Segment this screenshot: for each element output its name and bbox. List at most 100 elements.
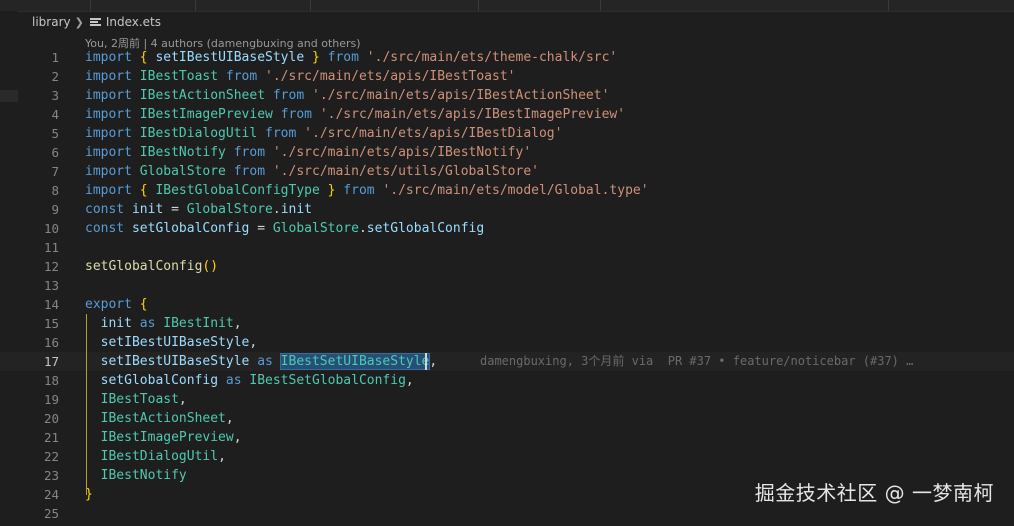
code-token: setIBestUIBaseStyle <box>85 335 250 350</box>
code-token: , <box>405 373 414 388</box>
code-token: setGlobalConfig <box>85 373 226 388</box>
code-line[interactable]: 18 setGlobalConfig as IBestSetGlobalConf… <box>0 371 1014 390</box>
line-number: 25 <box>43 506 59 521</box>
indent-guide <box>86 314 87 495</box>
chevron-right-icon: ❯ <box>74 15 84 29</box>
code-text[interactable]: setGlobalConfig as IBestSetGlobalConfig, <box>85 371 414 390</box>
code-token: () <box>202 259 219 274</box>
code-token: IBestImagePreview <box>131 107 281 122</box>
code-token: import <box>85 183 132 198</box>
code-line[interactable]: 7 import GlobalStore from './src/main/ets… <box>0 162 1014 181</box>
breadcrumb-folder[interactable]: library <box>32 15 71 29</box>
code-line[interactable]: 22 IBestDialogUtil, <box>0 447 1014 466</box>
code-token: IBestActionSheet <box>85 411 226 426</box>
code-line[interactable]: 5 import IBestDialogUtil from './src/main… <box>0 124 1014 143</box>
tab-separator <box>310 0 311 11</box>
code-text[interactable]: import IBestImagePreview from './src/mai… <box>85 105 625 124</box>
line-number: 2 <box>51 69 59 84</box>
code-token: IBestToast <box>85 392 179 407</box>
editor-tab-strip[interactable] <box>0 0 1014 12</box>
file-lines-icon <box>89 17 101 27</box>
code-line[interactable]: 12 setGlobalConfig() <box>0 257 1014 276</box>
code-line[interactable]: 25 <box>0 504 1014 523</box>
line-number: 24 <box>43 487 59 502</box>
code-token: './src/main/ets/apis/IBestToast' <box>265 69 516 84</box>
code-token: IBestImagePreview <box>85 430 234 445</box>
code-line[interactable]: 11 <box>0 238 1014 257</box>
code-token: from <box>233 145 266 160</box>
code-line[interactable]: 3 import IBestActionSheet from './src/mai… <box>0 86 1014 105</box>
line-number: 23 <box>43 468 59 483</box>
code-line[interactable]: 4 import IBestImagePreview from './src/ma… <box>0 105 1014 124</box>
code-text[interactable]: setGlobalConfig() <box>85 257 218 276</box>
code-token: './src/main/ets/utils/GlobalStore' <box>272 164 539 179</box>
text-cursor <box>425 353 427 370</box>
code-text[interactable]: import { setIBestUIBaseStyle } from './s… <box>85 48 617 67</box>
tab-separator <box>478 0 479 11</box>
code-text[interactable]: import { IBestGlobalConfigType } from '.… <box>85 181 649 200</box>
code-line[interactable]: 19 IBestToast, <box>0 390 1014 409</box>
code-text[interactable]: setIBestUIBaseStyle as IBestSetUIBaseSty… <box>85 352 437 371</box>
line-number: 13 <box>43 278 59 293</box>
code-line[interactable]: 15 init as IBestInit, <box>0 314 1014 333</box>
code-token: const <box>85 202 125 217</box>
code-line[interactable]: 20 IBestActionSheet, <box>0 409 1014 428</box>
inline-blame-annotation[interactable]: damengbuxing, 3个月前 via PR #37 • feature/… <box>480 352 913 371</box>
code-token: import <box>85 69 132 84</box>
code-line[interactable]: 10 const setGlobalConfig = GlobalStore.se… <box>0 219 1014 238</box>
code-text[interactable]: const setGlobalConfig = GlobalStore.setG… <box>85 219 484 238</box>
code-text[interactable]: export { <box>85 295 148 314</box>
code-token: './src/main/ets/apis/IBestActionSheet' <box>312 88 610 103</box>
code-token: . <box>358 221 367 236</box>
code-token: from <box>327 50 359 65</box>
code-token: IBestDialogUtil <box>131 126 266 141</box>
code-text[interactable]: IBestToast, <box>85 390 187 409</box>
code-text[interactable]: import IBestNotify from './src/main/ets/… <box>85 143 531 162</box>
code-line[interactable]: 13 <box>0 276 1014 295</box>
line-number: 16 <box>43 335 59 350</box>
code-line[interactable]: 16 setIBestUIBaseStyle, <box>0 333 1014 352</box>
code-line[interactable]: 14 export { <box>0 295 1014 314</box>
code-line[interactable]: 2 import IBestToast from './src/main/ets/… <box>0 67 1014 86</box>
code-text[interactable]: IBestDialogUtil, <box>85 447 226 466</box>
code-token: from <box>280 107 312 122</box>
code-token: IBestInit <box>155 316 234 331</box>
code-line[interactable]: 21 IBestImagePreview, <box>0 428 1014 447</box>
code-text[interactable]: init as IBestInit, <box>85 314 242 333</box>
tab-separator <box>600 0 601 11</box>
code-line[interactable]: 17 setIBestUIBaseStyle as IBestSetUIBase… <box>0 352 1014 371</box>
code-token: './src/main/ets/apis/IBestDialog' <box>304 126 563 141</box>
line-number: 9 <box>51 202 59 217</box>
code-editor[interactable]: 1 import { setIBestUIBaseStyle } from './… <box>0 48 1014 523</box>
code-text[interactable]: import IBestToast from './src/main/ets/a… <box>85 67 515 86</box>
code-token: const <box>85 221 125 236</box>
code-text[interactable]: IBestImagePreview, <box>85 428 242 447</box>
code-text[interactable]: setIBestUIBaseStyle, <box>85 333 258 352</box>
code-token: , <box>249 335 258 350</box>
code-text[interactable]: import IBestDialogUtil from './src/main/… <box>85 124 562 143</box>
code-line[interactable]: 1 import { setIBestUIBaseStyle } from './… <box>0 48 1014 67</box>
code-text[interactable]: import IBestActionSheet from './src/main… <box>85 86 609 105</box>
code-token: import <box>85 88 132 103</box>
line-number: 10 <box>43 221 59 236</box>
code-token: as <box>225 373 242 388</box>
code-text[interactable]: import GlobalStore from './src/main/ets/… <box>85 162 539 181</box>
breadcrumb-file[interactable]: Index.ets <box>106 15 161 29</box>
code-text[interactable]: const init = GlobalStore.init <box>85 200 312 219</box>
code-token: . <box>272 202 281 217</box>
code-text[interactable]: IBestNotify <box>85 466 187 485</box>
line-number: 11 <box>43 240 59 255</box>
code-line[interactable]: 9 const init = GlobalStore.init <box>0 200 1014 219</box>
code-token: IBestToast <box>131 69 226 84</box>
code-text[interactable]: IBestActionSheet, <box>85 409 234 428</box>
code-token: = <box>171 202 187 217</box>
code-line[interactable]: 6 import IBestNotify from './src/main/ets… <box>0 143 1014 162</box>
code-line[interactable]: 8 import { IBestGlobalConfigType } from '… <box>0 181 1014 200</box>
